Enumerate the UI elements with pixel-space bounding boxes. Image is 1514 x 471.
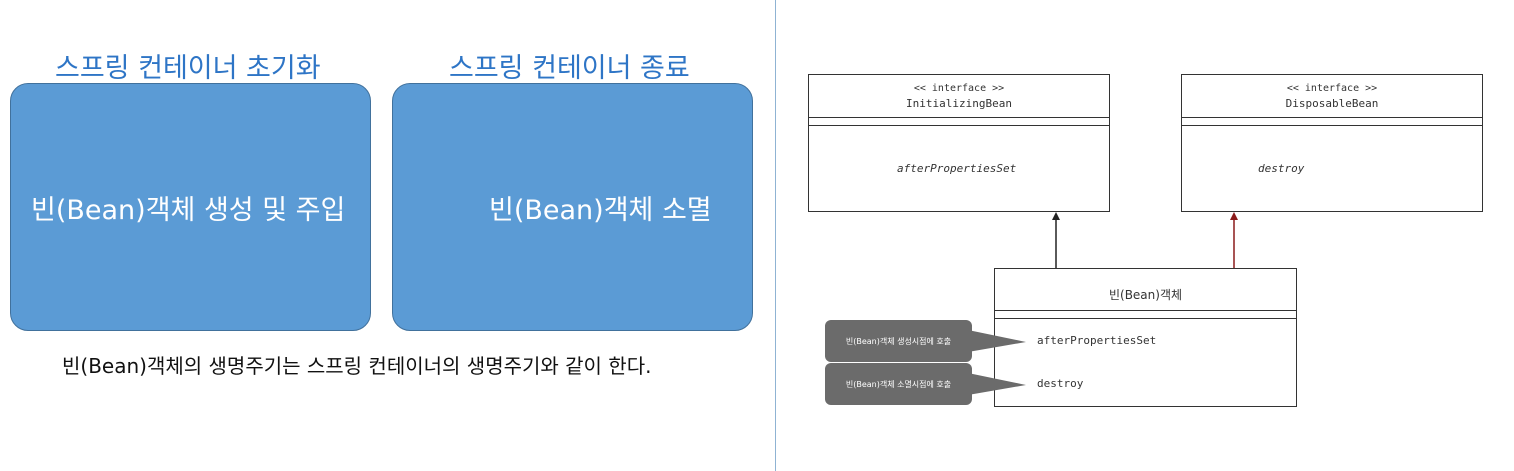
arrow-head-disposable [1230,212,1238,220]
note-destroy-callout: 빈(Bean)객체 소멸시점에 호출 [825,363,972,405]
uml-connectors [968,212,1238,395]
note-create-tail [968,330,1026,352]
note-destroy-text: 빈(Bean)객체 소멸시점에 호출 [845,379,952,389]
note-create-callout: 빈(Bean)객체 생성시점에 호출 [825,320,972,362]
note-create-text: 빈(Bean)객체 생성시점에 호출 [845,336,952,346]
note-destroy-tail [968,373,1026,395]
arrow-head-initializing [1052,212,1060,220]
